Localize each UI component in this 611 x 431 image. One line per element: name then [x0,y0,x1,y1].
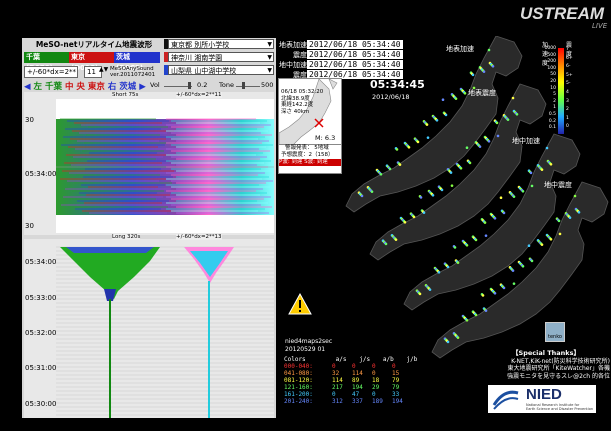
chevron-down-icon: ▼ [267,41,272,48]
time-tick: 05:34:00 [25,258,57,266]
long-waveform-plot [56,246,274,418]
nied-logo: NIED National Research Institute for Ear… [488,385,596,413]
legend-accel-label: 200 [547,59,556,65]
legend-accel-label: 5 [553,92,556,98]
legend-accel-label: 20 [550,78,556,84]
thanks-line: 強震モニタを見守るスレ@2ch 的各位 [507,372,610,380]
time-tick: 05:34:00 [25,170,57,178]
legend-shindo-label: 7 [566,47,569,52]
chevron-down-icon: ▼ [267,54,272,61]
time-tick: 05:33:00 [25,294,57,302]
legend-accel-label: 1000 [544,46,556,51]
volume-label: Vol [150,81,160,89]
short-header-right: +/-60*dx=2**11 [176,92,222,98]
channel-chiba-button[interactable]: 千葉 (D078) [24,52,70,72]
special-thanks: 【Special Thanks】 K-NET,KiK-net(防災科学技術研究所… [482,349,610,380]
legend-shindo-label: 2 [566,107,569,113]
station-select[interactable]: 山梨県 山中湖中学校 ▼ [168,65,274,75]
gain-stepper-icon[interactable]: ▲▼ [99,66,108,73]
tone-label: Tone [219,81,234,89]
legend-shindo-label: 4 [566,89,569,95]
map-label: 地中加速 [512,137,540,145]
channel-ibaraki-button[interactable]: 茨城 (D0C3) [114,52,160,72]
short-waveform-plot [56,99,274,233]
nied-emblem-icon [492,390,519,410]
station-name: 山梨県 山中湖中学校 [171,67,237,75]
time-tick: 05:31:00 [25,364,57,372]
tone-value: 500 [261,81,274,89]
app-title: MeSO-netリアルタイム地震波形 [35,40,153,49]
dir-right-label: 右 茨城 [107,82,137,92]
time-tick: 30 [25,116,34,124]
thanks-line: K-NET,KiK-net(防災科学技術研究所) [511,357,610,365]
nied-subtitle: National Research Institute for Earth Sc… [526,403,593,411]
channel-tokyo-button[interactable]: 東京 (D00C) [69,52,115,72]
legend-accel-label: 1 [553,105,556,111]
sound-version: ver.2011072401 [110,72,156,78]
legend-color-bar [558,48,564,134]
map-label: 地表加速 [446,45,474,53]
time-tick: 05:32:00 [25,329,57,337]
ustream-logo: USTREAM [520,4,605,23]
map-label: 地表震度 [468,89,496,97]
legend-shindo-label: 5+ [566,72,573,78]
volume-slider-handle[interactable] [188,82,191,89]
map-label: 地中震度 [544,181,572,189]
time-tick: 05:30:00 [25,400,57,408]
chevron-down-icon: ▼ [267,67,272,74]
thanks-line: 東大地震研究所「KiteWatcher」各機 [507,365,610,372]
dir-center-label: 中 央 東京 [64,82,105,92]
thanks-title: 【Special Thanks】 [512,349,580,357]
long-header-left: Long 320s [112,234,141,240]
station-name: 東京都 別所小学校 [171,41,230,49]
ustream-live-label: LIVE [592,22,608,30]
legend-shindo-label: 6+ [566,55,573,61]
arrow-right-icon[interactable]: ▶ [139,82,146,92]
tone-slider[interactable] [236,86,260,87]
station-name: 神奈川 湘南学園 [171,54,223,62]
tenko-icon: tenko [545,322,565,342]
legend-shindo-label: 6- [566,64,571,70]
long-header-right: +/-60*dx=2**13 [176,234,222,240]
volume-value: 0.2 [197,81,208,89]
volume-control: Vol [150,81,160,89]
legend-shindo-label: 5- [566,81,571,87]
legend-accel-label: 50 [550,72,556,78]
nied-subtitle-line: Earth Science and Disaster Prevention [526,407,594,411]
direction-row: ◀ 左 千葉 中 央 東京 右 茨城 ▶ [24,80,146,92]
sound-info: MeSOAnySound ver.2011072401 [110,66,155,78]
nied-logo-text: NIED [526,386,562,403]
legend-accel-label: 0.1 [548,125,556,131]
station-select[interactable]: 神奈川 湘南学園 ▼ [168,52,274,62]
legend-accel-label: 0.5 [548,111,556,117]
time-tick: 30 [25,222,34,230]
dir-left-label: 左 千葉 [33,82,62,92]
legend-shindo-label: 1 [566,115,569,121]
filter-select[interactable]: +/-60*dx=2** [24,66,78,78]
tone-slider-handle[interactable] [242,82,245,89]
legend-shindo-label: 3 [566,98,569,104]
short-header-left: Short 75s [112,92,139,98]
station-select[interactable]: 東京都 別所小学校 ▼ [168,39,274,49]
arrow-left-icon[interactable]: ◀ [24,82,31,92]
legend-shindo-label: 0 [566,124,569,130]
